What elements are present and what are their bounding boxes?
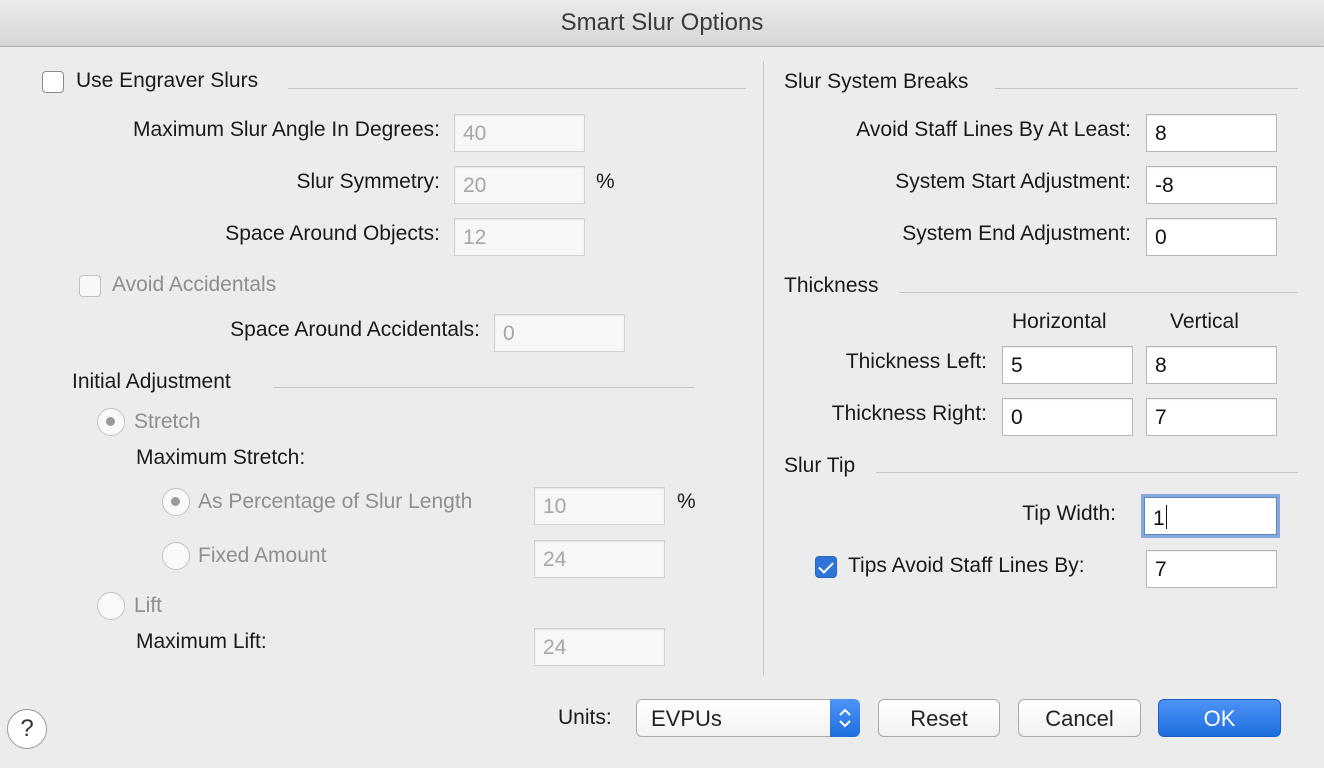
- thickness-right-label: Thickness Right:: [831, 402, 987, 425]
- fixed-amount-radio[interactable]: [162, 542, 190, 570]
- help-glyph: ?: [20, 715, 34, 742]
- lift-radio[interactable]: [97, 592, 125, 620]
- avoid-staff-lines-label: Avoid Staff Lines By At Least:: [856, 118, 1131, 141]
- avoid-staff-lines-input[interactable]: 8: [1146, 114, 1277, 152]
- horizontal-column-header: Horizontal: [1012, 310, 1107, 333]
- as-percentage-input[interactable]: 10: [534, 487, 665, 525]
- thickness-left-vertical-input[interactable]: 8: [1146, 346, 1277, 384]
- as-percentage-label: As Percentage of Slur Length: [198, 490, 473, 513]
- slur-symmetry-label: Slur Symmetry:: [296, 170, 440, 193]
- ok-button[interactable]: OK: [1158, 699, 1281, 737]
- max-slur-angle-label: Maximum Slur Angle In Degrees:: [133, 118, 440, 141]
- title-bar: Smart Slur Options: [0, 0, 1324, 47]
- stretch-radio[interactable]: [97, 408, 125, 436]
- maximum-lift-input[interactable]: 24: [534, 628, 665, 666]
- system-end-adjustment-input[interactable]: 0: [1146, 218, 1277, 256]
- avoid-accidentals-label: Avoid Accidentals: [112, 273, 277, 296]
- cancel-button[interactable]: Cancel: [1018, 699, 1141, 737]
- tips-avoid-staff-lines-input[interactable]: 7: [1146, 550, 1277, 588]
- slur-symmetry-unit: %: [596, 170, 615, 193]
- thickness-separator: [899, 292, 1298, 293]
- initial-adjustment-heading: Initial Adjustment: [72, 370, 231, 393]
- slur-tip-heading: Slur Tip: [784, 454, 856, 477]
- tip-width-label: Tip Width:: [1022, 502, 1116, 525]
- tip-width-input[interactable]: 1: [1144, 497, 1277, 535]
- initial-adjustment-separator: [274, 387, 694, 388]
- use-engraver-slurs-checkbox[interactable]: [42, 71, 64, 93]
- space-around-accidentals-label: Space Around Accidentals:: [230, 318, 480, 341]
- text-caret: [1165, 505, 1167, 529]
- as-percentage-radio[interactable]: [162, 488, 190, 516]
- engraver-separator: [288, 88, 746, 89]
- units-label: Units:: [558, 706, 612, 729]
- thickness-right-horizontal-input[interactable]: 0: [1002, 398, 1133, 436]
- window-title: Smart Slur Options: [560, 9, 764, 36]
- reset-button[interactable]: Reset: [878, 699, 1000, 737]
- slur-system-breaks-heading: Slur System Breaks: [784, 70, 969, 93]
- thickness-heading: Thickness: [784, 274, 879, 297]
- space-around-objects-label: Space Around Objects:: [225, 222, 440, 245]
- space-around-objects-input[interactable]: 12: [454, 218, 585, 256]
- system-end-adjustment-label: System End Adjustment:: [902, 222, 1131, 245]
- thickness-right-vertical-input[interactable]: 7: [1146, 398, 1277, 436]
- thickness-left-label: Thickness Left:: [845, 350, 987, 373]
- system-start-adjustment-label: System Start Adjustment:: [895, 170, 1131, 193]
- units-select[interactable]: EVPUs: [636, 699, 860, 737]
- help-icon[interactable]: ?: [7, 709, 47, 749]
- system-start-adjustment-input[interactable]: -8: [1146, 166, 1277, 204]
- slur-tip-separator: [876, 472, 1298, 473]
- tips-avoid-staff-lines-label: Tips Avoid Staff Lines By:: [848, 554, 1085, 577]
- stretch-label: Stretch: [134, 410, 201, 433]
- as-percentage-unit: %: [677, 490, 696, 513]
- tip-width-value: 1: [1153, 507, 1165, 530]
- thickness-left-horizontal-input[interactable]: 5: [1002, 346, 1133, 384]
- slur-symmetry-input[interactable]: 20: [454, 166, 585, 204]
- maximum-stretch-label: Maximum Stretch:: [136, 446, 306, 469]
- vertical-column-header: Vertical: [1170, 310, 1239, 333]
- maximum-lift-label: Maximum Lift:: [136, 630, 267, 653]
- chevron-up-down-icon: [830, 699, 860, 737]
- column-divider: [763, 62, 764, 675]
- max-slur-angle-input[interactable]: 40: [454, 114, 585, 152]
- space-around-accidentals-input[interactable]: 0: [494, 314, 625, 352]
- units-value: EVPUs: [651, 706, 722, 731]
- fixed-amount-input[interactable]: 24: [534, 540, 665, 578]
- system-breaks-separator: [995, 88, 1298, 89]
- fixed-amount-label: Fixed Amount: [198, 544, 327, 567]
- avoid-accidentals-checkbox[interactable]: [79, 275, 101, 297]
- use-engraver-slurs-label: Use Engraver Slurs: [76, 69, 259, 92]
- lift-label: Lift: [134, 594, 163, 617]
- tips-avoid-staff-lines-checkbox[interactable]: [815, 556, 837, 578]
